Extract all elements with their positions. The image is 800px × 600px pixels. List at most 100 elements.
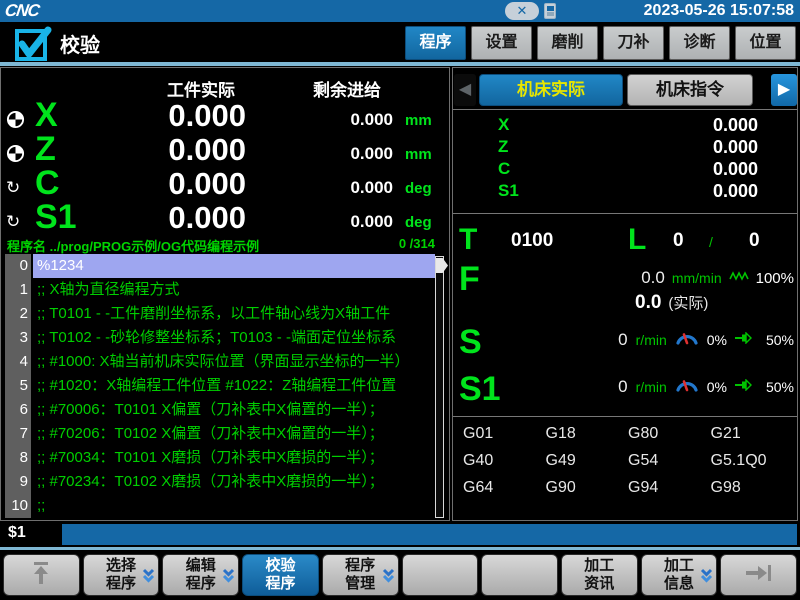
program-line[interactable]: 2;; T0101 - -工件磨削坐标系，以工件轴心线为X轴工件 xyxy=(5,302,435,326)
spindle-override: 50% xyxy=(760,379,794,395)
separator xyxy=(453,213,797,214)
axis-unit: mm xyxy=(405,112,449,129)
tab-position[interactable]: 位置 xyxy=(735,26,796,60)
close-icon[interactable]: ✕ xyxy=(505,2,539,20)
program-line[interactable]: 3;; T0102 - -砂轮修整坐标系；T0103 - -端面定位坐标系 xyxy=(5,326,435,350)
feed-override-icon xyxy=(729,269,749,287)
life-separator: / xyxy=(709,234,713,250)
program-path: 程序名 ../prog/PROG示例/OG代码编程示例 xyxy=(7,236,259,255)
softkey-bar: 选择程序 编辑程序 校验程序 程序管理 加工资讯 加工信息 xyxy=(0,550,800,600)
softkey-machining-info[interactable]: 加工信息 xyxy=(641,554,718,596)
program-line[interactable]: 9;; #70234：T0102 X磨损（刀补表中X磨损的一半）； xyxy=(5,470,435,494)
tool-label: T xyxy=(459,223,477,257)
spindle-load: 0% xyxy=(707,379,727,395)
gcode: G94 xyxy=(628,474,711,501)
tab-grinding[interactable]: 磨削 xyxy=(537,26,598,60)
feed-command-value: 0.0 xyxy=(641,268,665,288)
tab-machine-command[interactable]: 机床指令 xyxy=(627,74,753,106)
softkey-empty-2[interactable] xyxy=(481,554,558,596)
axis-remaining-value: 0.000 xyxy=(301,110,393,130)
spindle-unit: r/min xyxy=(636,379,667,395)
tool-number: 0100 xyxy=(511,230,553,252)
spindle-override-icon xyxy=(735,331,752,349)
softkey-program-manage[interactable]: 程序管理 xyxy=(322,554,399,596)
page-title: 校验 xyxy=(60,29,100,58)
program-line[interactable]: 10;; xyxy=(5,494,435,518)
program-line[interactable]: 1;; X轴为直径编程方式 xyxy=(5,278,435,302)
softkey-top[interactable] xyxy=(3,554,80,596)
axis-name: C xyxy=(498,159,510,179)
chevron-down-icon xyxy=(382,568,395,588)
softkey-edit-program[interactable]: 编辑程序 xyxy=(162,554,239,596)
channel-bar: $1 xyxy=(0,522,800,547)
workpiece-panel: 工件实际 剩余进给 X 0.000 0.000 mm Z 0.000 0.000… xyxy=(0,67,450,521)
life-max: 0 xyxy=(749,230,760,252)
spindle-gauge-icon xyxy=(675,377,699,397)
program-line[interactable]: 7;; #70206：T0102 X偏置（刀补表中X偏置的一半）； xyxy=(5,422,435,446)
gcode: G80 xyxy=(628,420,711,447)
softkey-empty-1[interactable] xyxy=(402,554,479,596)
feed-label: F xyxy=(459,260,480,299)
axis-unit: mm xyxy=(405,146,449,163)
feed-unit: mm/min xyxy=(672,270,722,286)
gcode-modal-grid: G01 G18 G80 G21 G40 G49 G54 G5.1Q0 G64 G… xyxy=(463,420,793,501)
machine-axis-row: Z 0.000 xyxy=(453,137,797,159)
axis-name: Z xyxy=(498,137,508,157)
feed-actual-value: 0.0 xyxy=(635,292,661,314)
program-line[interactable]: 0%1234 xyxy=(5,254,435,278)
datetime: 2023-05-26 15:07:58 xyxy=(644,0,794,22)
tab-tool-comp[interactable]: 刀补 xyxy=(603,26,664,60)
next-view-button[interactable]: ▶ xyxy=(771,74,797,106)
spindle-load: 0% xyxy=(707,332,727,348)
gcode: G01 xyxy=(463,420,546,447)
verify-check-icon xyxy=(14,26,54,67)
tab-program[interactable]: 程序 xyxy=(405,26,466,60)
axis-value: 0.000 xyxy=(713,115,758,136)
up-to-top-icon xyxy=(28,560,54,591)
axis-remaining-value: 0.000 xyxy=(301,212,393,232)
linear-axis-icon xyxy=(6,144,26,164)
gcode: G54 xyxy=(628,447,711,474)
feed-override-value: 100% xyxy=(756,270,794,287)
feed-command-line: 0.0 mm/min 100% xyxy=(641,268,794,288)
spindle-speed: 0 xyxy=(618,377,627,397)
gcode: G64 xyxy=(463,474,546,501)
program-line[interactable]: 8;; #70034：T0101 X磨损（刀补表中X磨损的一半）； xyxy=(5,446,435,470)
tab-diagnosis[interactable]: 诊断 xyxy=(669,26,730,60)
tab-settings[interactable]: 设置 xyxy=(471,26,532,60)
col-header-remaining: 剩余进给 xyxy=(291,76,403,101)
brand-logo: CNC xyxy=(4,1,41,21)
spindle-status-line: 0 r/min 0% 50% xyxy=(618,330,794,350)
softkey-next[interactable] xyxy=(720,554,797,596)
separator xyxy=(453,416,797,417)
status-bar: CNC ✕ 2023-05-26 15:07:58 xyxy=(0,0,800,22)
program-scrollbar[interactable] xyxy=(435,256,444,518)
softkey-machining-data[interactable]: 加工资讯 xyxy=(561,554,638,596)
scrollbar-thumb[interactable] xyxy=(436,258,448,273)
program-line[interactable]: 4;; #1000: X轴当前机床实际位置（界面显示坐标的一半） xyxy=(5,350,435,374)
axis-remaining-value: 0.000 xyxy=(301,144,393,164)
axis-actual-value: 0.000 xyxy=(96,166,246,202)
gcode: G5.1Q0 xyxy=(711,447,794,474)
softkey-select-program[interactable]: 选择程序 xyxy=(83,554,160,596)
prev-view-button[interactable]: ◀ xyxy=(454,74,476,106)
axis-actual-value: 0.000 xyxy=(96,98,246,134)
title-row: 校验 程序 设置 磨削 刀补 诊断 位置 xyxy=(0,22,800,62)
softkey-verify-program[interactable]: 校验程序 xyxy=(242,554,319,596)
life-label: L xyxy=(628,223,646,257)
spindle-gauge-icon xyxy=(675,330,699,350)
axis-name: X xyxy=(498,115,509,135)
program-header: 程序名 ../prog/PROG示例/OG代码编程示例 0 /314 xyxy=(1,234,449,254)
program-line-counter: 0 /314 xyxy=(399,236,435,251)
program-line[interactable]: 6;; #70006：T0101 X偏置（刀补表中X偏置的一半）； xyxy=(5,398,435,422)
tab-machine-actual[interactable]: 机床实际 xyxy=(479,74,623,106)
machine-tab-bar: ◀ 机床实际 机床指令 ▶ xyxy=(453,74,797,106)
axis-value: 0.000 xyxy=(713,159,758,180)
program-line[interactable]: 5;; #1020：X轴编程工件位置 #1022：Z轴编程工件位置 xyxy=(5,374,435,398)
gcode: G90 xyxy=(546,474,629,501)
right-triangle-icon: ▶ xyxy=(778,81,790,98)
chevron-down-icon xyxy=(222,568,235,588)
axis-actual-value: 0.000 xyxy=(96,132,246,168)
program-listing[interactable]: 0%1234 1;; X轴为直径编程方式 2;; T0101 - -工件磨削坐标… xyxy=(5,254,435,520)
left-triangle-icon: ◀ xyxy=(459,81,471,98)
